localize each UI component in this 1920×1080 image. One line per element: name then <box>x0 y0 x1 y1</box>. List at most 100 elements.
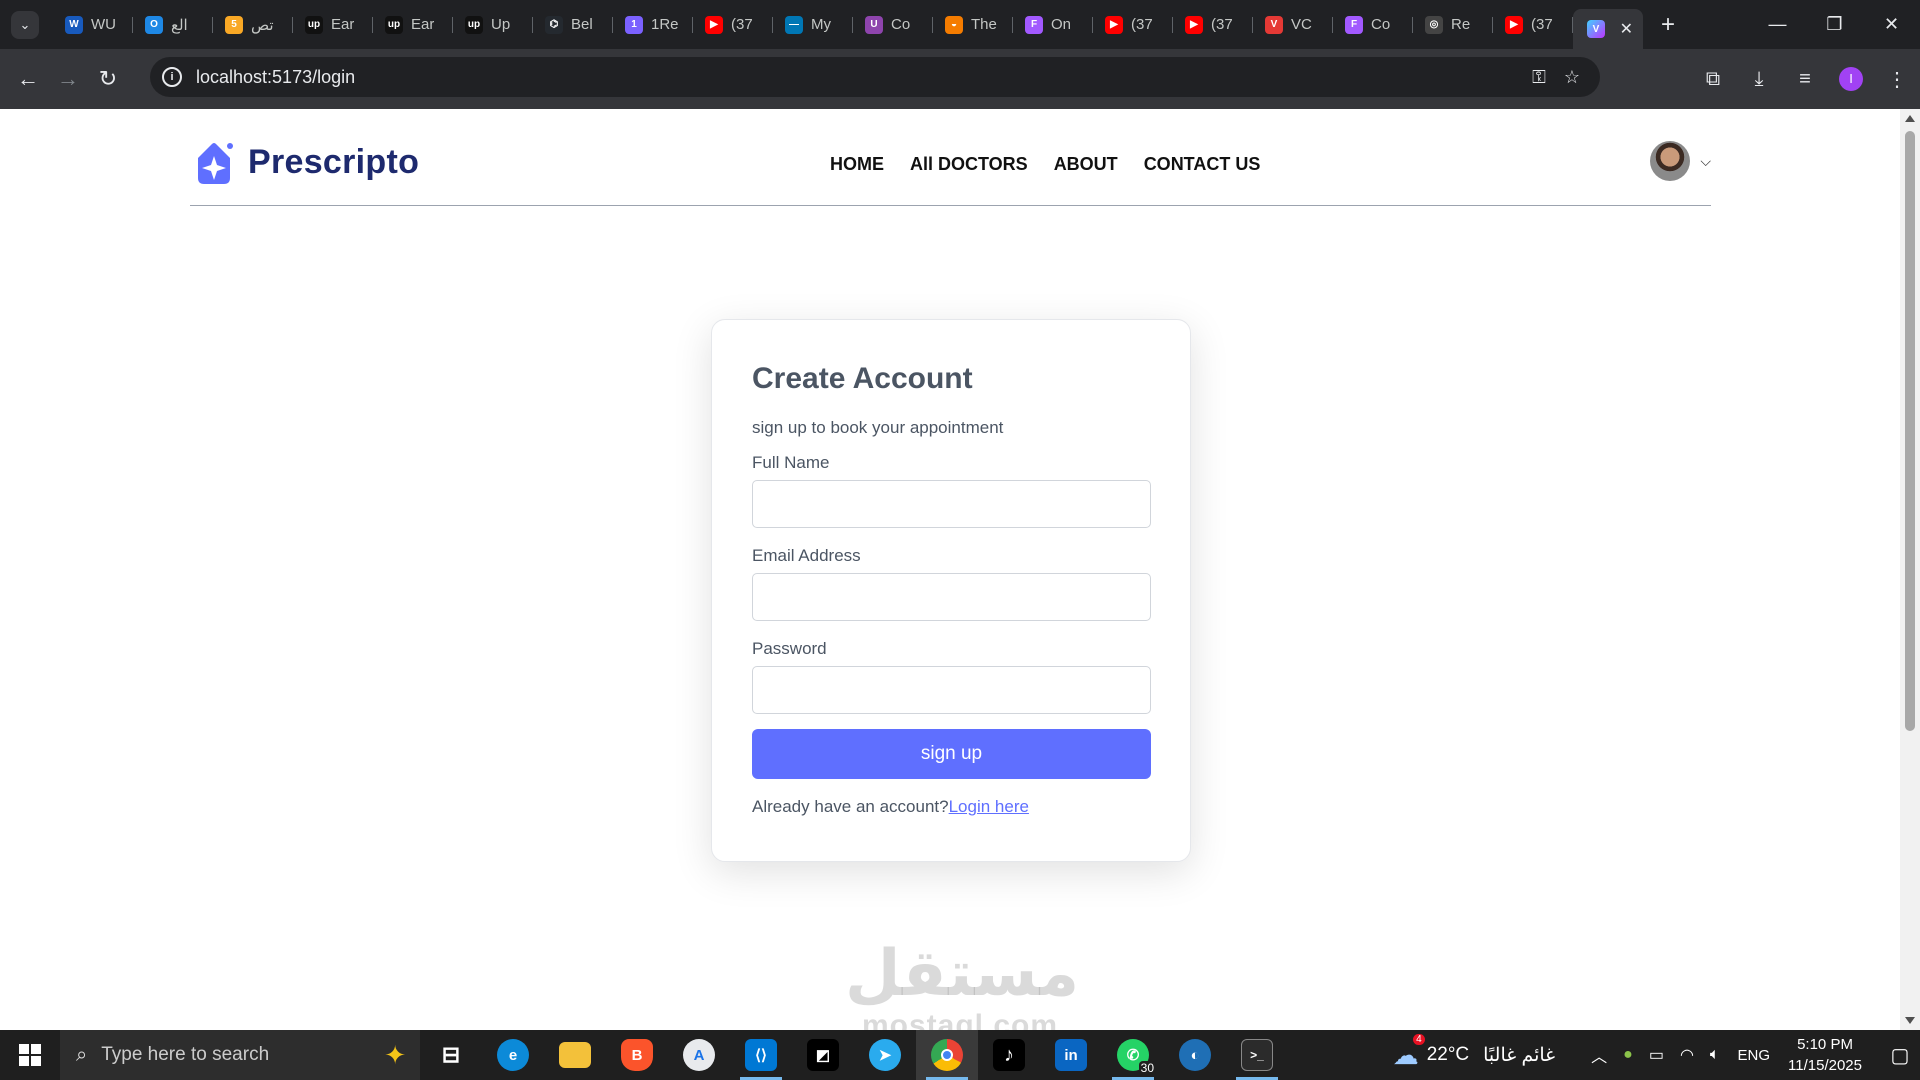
nav-contact-us[interactable]: CONTACT US <box>1144 154 1261 175</box>
vscode-app[interactable]: ⟨⟩ <box>730 1030 792 1080</box>
user-avatar[interactable] <box>1650 141 1691 181</box>
create-account-form: Create Account sign up to book your appo… <box>711 319 1191 862</box>
volume-icon[interactable]: 🔈︎ <box>1710 1046 1720 1064</box>
back-icon[interactable]: ← <box>8 59 48 99</box>
edge-app[interactable]: e <box>482 1030 544 1080</box>
linkedin-app[interactable]: in <box>1040 1030 1102 1080</box>
file-explorer-app[interactable] <box>544 1030 606 1080</box>
new-tab-button[interactable]: + <box>1661 11 1675 39</box>
browser-tab[interactable]: ▶ (37 <box>1173 7 1253 43</box>
tab-title: On <box>1051 16 1072 33</box>
login-link[interactable]: Login here <box>949 797 1029 816</box>
tab-favicon-icon: U <box>865 15 883 34</box>
menu-kebab-icon[interactable]: ⋮ <box>1874 67 1920 92</box>
forward-icon[interactable]: → <box>48 59 88 99</box>
scroll-up-icon[interactable] <box>1905 115 1915 122</box>
full-name-input[interactable] <box>752 480 1151 528</box>
browser-tab[interactable]: 1 1Re <box>613 7 693 43</box>
taskbar-search[interactable]: ⌕ Type here to search ✦ <box>60 1030 420 1080</box>
close-window-icon[interactable]: ✕ <box>1863 0 1920 49</box>
notification-icon[interactable]: ▢ <box>1880 1043 1920 1068</box>
extensions-icon[interactable]: ⧉ <box>1690 68 1736 91</box>
browser-tab[interactable]: O الع <box>133 7 213 43</box>
tab-favicon-icon: W <box>65 15 83 34</box>
tab-favicon-icon: up <box>305 15 323 34</box>
chrome-app[interactable] <box>916 1030 978 1080</box>
site-logo[interactable]: Prescripto <box>190 138 419 186</box>
restore-icon[interactable]: ❐ <box>1806 0 1863 49</box>
browser-tab[interactable]: ◎ Re <box>1413 7 1493 43</box>
bookmark-star-icon[interactable]: ☆ <box>1564 67 1580 88</box>
user-menu[interactable]: ⌵ <box>1650 141 1711 181</box>
email-label: Email Address <box>752 546 861 565</box>
task-view-button[interactable]: ⊟ <box>420 1030 482 1080</box>
browser-tab[interactable]: F On <box>1013 7 1093 43</box>
web-page: Prescripto HOME All DOCTORS ABOUT CONTAC… <box>0 109 1900 1030</box>
browser-tab[interactable]: W WU <box>53 7 133 43</box>
browser-tab[interactable]: — My <box>773 7 853 43</box>
browser-tab[interactable]: up Ear <box>373 7 453 43</box>
start-button[interactable] <box>0 1030 60 1080</box>
address-bar[interactable]: i localhost:5173/login ⚿ ☆ <box>150 57 1600 97</box>
browser-tab[interactable]: 5 تص <box>213 7 293 43</box>
tab-search-button[interactable]: ⌄ <box>11 10 39 39</box>
tab-title: Ear <box>411 16 435 33</box>
close-tab-icon[interactable]: ✕ <box>1620 19 1633 39</box>
browser-tab-active[interactable]: V ✕ <box>1573 9 1643 49</box>
terminal-app[interactable]: >_ <box>1226 1030 1288 1080</box>
tiktok-app[interactable]: ♪ <box>978 1030 1040 1080</box>
url-text[interactable]: localhost:5173/login <box>196 67 355 88</box>
weather-widget[interactable]: ☁ 4 22°C غائم غالبًا <box>1393 1033 1555 1071</box>
browser-tab[interactable]: V VC <box>1253 7 1333 43</box>
security-icon[interactable]: ● <box>1623 1046 1633 1064</box>
clock[interactable]: 5:10 PM 11/15/2025 <box>1788 1034 1862 1076</box>
language-indicator[interactable]: ENG <box>1738 1047 1771 1064</box>
copilot-sparkle-icon[interactable]: ✦ <box>384 1040 406 1071</box>
brave-app[interactable]: B <box>606 1030 668 1080</box>
site-info-icon[interactable]: i <box>162 67 182 87</box>
wifi-icon[interactable]: ◠ <box>1680 1045 1694 1065</box>
app-store-app[interactable]: A <box>668 1030 730 1080</box>
browser-tab[interactable]: up Up <box>453 7 533 43</box>
tab-favicon-icon: ▶ <box>1185 15 1203 34</box>
browser-tab[interactable]: ▶ (37 <box>1093 7 1173 43</box>
media-control-icon[interactable]: ≡ <box>1782 68 1828 91</box>
minimize-icon[interactable]: — <box>1749 0 1806 49</box>
browser-tab[interactable]: up Ear <box>293 7 373 43</box>
password-input[interactable] <box>752 666 1151 714</box>
whatsapp-app[interactable]: ✆ 30 <box>1102 1030 1164 1080</box>
reload-icon[interactable]: ↻ <box>88 59 128 99</box>
browser-tab[interactable]: ▶ (37 <box>1493 7 1573 43</box>
battery-icon[interactable]: ▭ <box>1649 1045 1664 1065</box>
profile-avatar[interactable]: I <box>1839 67 1863 91</box>
tab-favicon-icon: ◒ <box>945 15 963 34</box>
password-key-icon[interactable]: ⚿ <box>1532 67 1546 88</box>
sign-up-button[interactable]: sign up <box>752 729 1151 779</box>
telegram-app[interactable]: ➤ <box>854 1030 916 1080</box>
nav-about[interactable]: ABOUT <box>1054 154 1118 175</box>
clock-date: 11/15/2025 <box>1788 1057 1862 1074</box>
browser-tab[interactable]: F Co <box>1333 7 1413 43</box>
folder-icon <box>559 1042 591 1068</box>
nav-home[interactable]: HOME <box>830 154 884 175</box>
download-icon[interactable]: ⤓ <box>1736 68 1782 91</box>
scrollbar-thumb[interactable] <box>1905 131 1915 731</box>
edge-dev-app[interactable]: ◐ <box>1164 1030 1226 1080</box>
browser-tab[interactable]: ⌬ Bel <box>533 7 613 43</box>
scroll-down-icon[interactable] <box>1905 1017 1915 1024</box>
vite-favicon-icon: V <box>1587 20 1605 38</box>
browser-tab[interactable]: ◒ The <box>933 7 1013 43</box>
email-input[interactable] <box>752 573 1151 621</box>
nav-all-doctors[interactable]: All DOCTORS <box>910 154 1028 175</box>
chevron-down-icon[interactable]: ⌵ <box>1700 153 1711 170</box>
chevron-up-icon[interactable]: ︿ <box>1591 1043 1607 1067</box>
tab-favicon-icon: ▶ <box>1505 15 1523 34</box>
page-scrollbar[interactable] <box>1900 109 1920 1030</box>
tab-favicon-icon: up <box>465 15 483 34</box>
browser-tab-strip: ⌄ W WU O الع 5 تص up Ear up Ear up Up ⌬ Bel 1 1Re ▶ (37— M… <box>0 0 1920 49</box>
browser-tab[interactable]: ▶ (37 <box>693 7 773 43</box>
tab-title: 1Re <box>651 16 679 33</box>
cursor-app[interactable]: ◩ <box>792 1030 854 1080</box>
tab-title: Re <box>1451 16 1471 33</box>
browser-tab[interactable]: U Co <box>853 7 933 43</box>
